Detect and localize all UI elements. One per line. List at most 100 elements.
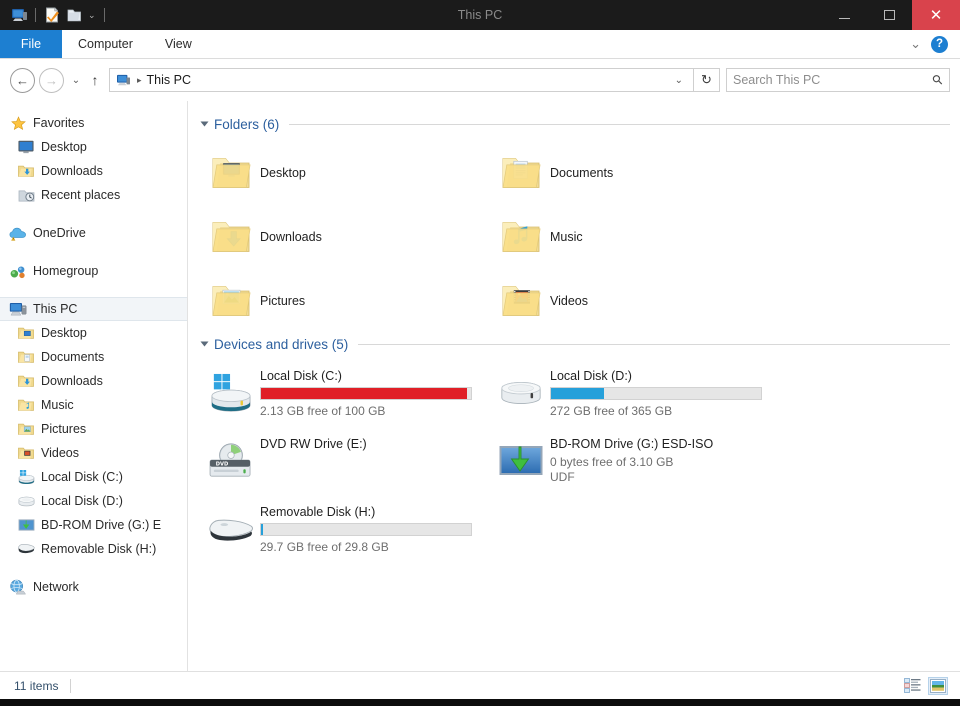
properties-icon[interactable] — [41, 4, 63, 26]
section-header[interactable]: Folders (6) — [202, 113, 950, 135]
tab-view[interactable]: View — [149, 30, 208, 58]
sidebar-item-label: Recent places — [41, 188, 120, 202]
folder-desktop-icon — [16, 324, 36, 342]
sidebar-item-favorites[interactable]: Favorites — [0, 111, 187, 135]
sidebar-item-label: Downloads — [41, 374, 103, 388]
file-explorer-window: ⌄ This PC ✕ File Computer View ⌄ ? ← → ⌄… — [0, 0, 960, 706]
folder-item[interactable]: Desktop — [202, 141, 492, 205]
sidebar-item-local-disk-c[interactable]: Local Disk (C:) — [0, 465, 187, 489]
sidebar-group-gap — [0, 283, 187, 297]
address-dropdown-icon[interactable]: ⌄ — [669, 75, 689, 86]
this-pc-icon[interactable] — [8, 4, 30, 26]
sidebar-item-onedrive[interactable]: OneDrive — [0, 221, 187, 245]
star-icon — [8, 114, 28, 132]
folder-pictures-icon — [16, 420, 36, 438]
sidebar-item-videos[interactable]: Videos — [0, 441, 187, 465]
collapse-triangle-icon[interactable] — [201, 342, 209, 347]
tab-file[interactable]: File — [0, 30, 62, 58]
search-box[interactable]: ⚲ — [726, 68, 950, 92]
customize-chevron-icon[interactable]: ⌄ — [85, 11, 99, 20]
sidebar-item-label: Downloads — [41, 164, 103, 178]
sidebar-item-label: Local Disk (D:) — [41, 494, 123, 508]
downloads-folder-icon — [16, 162, 36, 180]
collapse-triangle-icon[interactable] — [201, 122, 209, 127]
drive-grid: Local Disk (C:)2.13 GB free of 100 GB Loc… — [202, 361, 950, 565]
capacity-label: 272 GB free of 365 GB — [550, 404, 762, 418]
window-title: This PC — [0, 8, 960, 22]
sidebar-item-local-disk-d[interactable]: Local Disk (D:) — [0, 489, 187, 513]
capacity-bar-fill — [551, 388, 604, 399]
window-controls: ✕ — [822, 0, 960, 30]
drive-item[interactable]: BD-ROM Drive (G:) ESD-ISO0 bytes free of… — [492, 429, 782, 497]
sidebar-item-homegroup[interactable]: Homegroup — [0, 259, 187, 283]
new-folder-icon[interactable] — [63, 4, 85, 26]
window-bottom-edge — [0, 699, 960, 706]
refresh-button[interactable]: ↻ — [694, 68, 720, 92]
sidebar-item-downloads[interactable]: Downloads — [0, 159, 187, 183]
details-view-button[interactable] — [902, 677, 922, 695]
close-button[interactable]: ✕ — [912, 0, 960, 30]
forward-button[interactable]: → — [39, 68, 64, 93]
back-button[interactable]: ← — [10, 68, 35, 93]
sidebar-item-label: Local Disk (C:) — [41, 470, 123, 484]
content-pane: Folders (6) DesktopDocumentsDownloadsMusi… — [188, 101, 960, 671]
ribbon-tab-strip: File Computer View ⌄ ? — [0, 30, 960, 59]
sidebar-item-desktop[interactable]: Desktop — [0, 321, 187, 345]
folder-item[interactable]: Downloads — [202, 205, 492, 269]
drive-label: Local Disk (D:) — [550, 369, 762, 383]
maximize-button[interactable] — [867, 0, 912, 30]
drive-info: Local Disk (D:) 272 GB free of 365 GB — [550, 365, 762, 418]
folder-downloads-icon — [16, 372, 36, 390]
folder-item[interactable]: Pictures — [202, 269, 492, 333]
folder-item[interactable]: Videos — [492, 269, 782, 333]
sidebar-item-music[interactable]: Music — [0, 393, 187, 417]
chevron-down-icon[interactable]: ⌄ — [910, 36, 921, 52]
sidebar-item-label: Music — [41, 398, 74, 412]
folder-item[interactable]: Music — [492, 205, 782, 269]
sidebar-item-label: Network — [33, 580, 79, 594]
recent-locations-icon[interactable]: ⌄ — [68, 75, 84, 86]
folder-item[interactable]: Documents — [492, 141, 782, 205]
address-input[interactable]: ▸ This PC ⌄ — [109, 68, 694, 92]
drive-item[interactable]: Removable Disk (H:)29.7 GB free of 29.8 … — [202, 497, 492, 565]
minimize-button[interactable] — [822, 0, 867, 30]
folder-music-icon — [16, 396, 36, 414]
capacity-label: 0 bytes free of 3.10 GB — [550, 455, 713, 469]
large-icons-view-button[interactable] — [928, 677, 948, 695]
sidebar-item-removable-disk-h[interactable]: Removable Disk (H:) — [0, 537, 187, 561]
status-divider — [70, 679, 71, 693]
drive-item[interactable]: DVDDVD RW Drive (E:) — [202, 429, 492, 497]
section-header[interactable]: Devices and drives (5) — [202, 333, 950, 355]
breadcrumb-separator-icon[interactable]: ▸ — [132, 75, 147, 86]
folder-downloads-icon — [202, 219, 260, 255]
sidebar-item-recent-places[interactable]: Recent places — [0, 183, 187, 207]
sidebar-item-network[interactable]: Network — [0, 575, 187, 599]
drive-item[interactable]: Local Disk (D:) 272 GB free of 365 GB — [492, 361, 782, 429]
drive-item[interactable]: Local Disk (C:)2.13 GB free of 100 GB — [202, 361, 492, 429]
capacity-bar-fill — [261, 388, 467, 399]
sidebar-item-label: Removable Disk (H:) — [41, 542, 156, 556]
explorer-body: FavoritesDesktopDownloadsRecent placesOn… — [0, 101, 960, 671]
sidebar-item-documents[interactable]: Documents — [0, 345, 187, 369]
sidebar-item-this-pc[interactable]: This PC — [0, 297, 187, 321]
sidebar-item-downloads[interactable]: Downloads — [0, 369, 187, 393]
desktop-monitor-icon — [16, 138, 36, 156]
sidebar-group-gap — [0, 245, 187, 259]
section-rule — [289, 124, 950, 125]
sidebar-item-pictures[interactable]: Pictures — [0, 417, 187, 441]
drive-label: DVD RW Drive (E:) — [260, 437, 367, 451]
help-icon[interactable]: ? — [931, 36, 948, 53]
drive-info: Local Disk (C:)2.13 GB free of 100 GB — [260, 365, 472, 418]
folder-videos-icon — [492, 283, 550, 319]
sidebar-group-gap — [0, 207, 187, 221]
sidebar-item-bd-rom-drive-g-e[interactable]: BD-ROM Drive (G:) E — [0, 513, 187, 537]
search-input[interactable] — [733, 73, 933, 87]
tab-computer[interactable]: Computer — [62, 30, 149, 58]
up-button[interactable]: ↑ — [84, 72, 106, 88]
folder-music-icon — [492, 219, 550, 255]
status-bar: 11 items — [0, 671, 960, 699]
navigation-pane: FavoritesDesktopDownloadsRecent placesOn… — [0, 101, 188, 671]
capacity-bar — [260, 387, 472, 400]
drive-info: DVD RW Drive (E:) — [260, 433, 367, 455]
sidebar-item-desktop[interactable]: Desktop — [0, 135, 187, 159]
